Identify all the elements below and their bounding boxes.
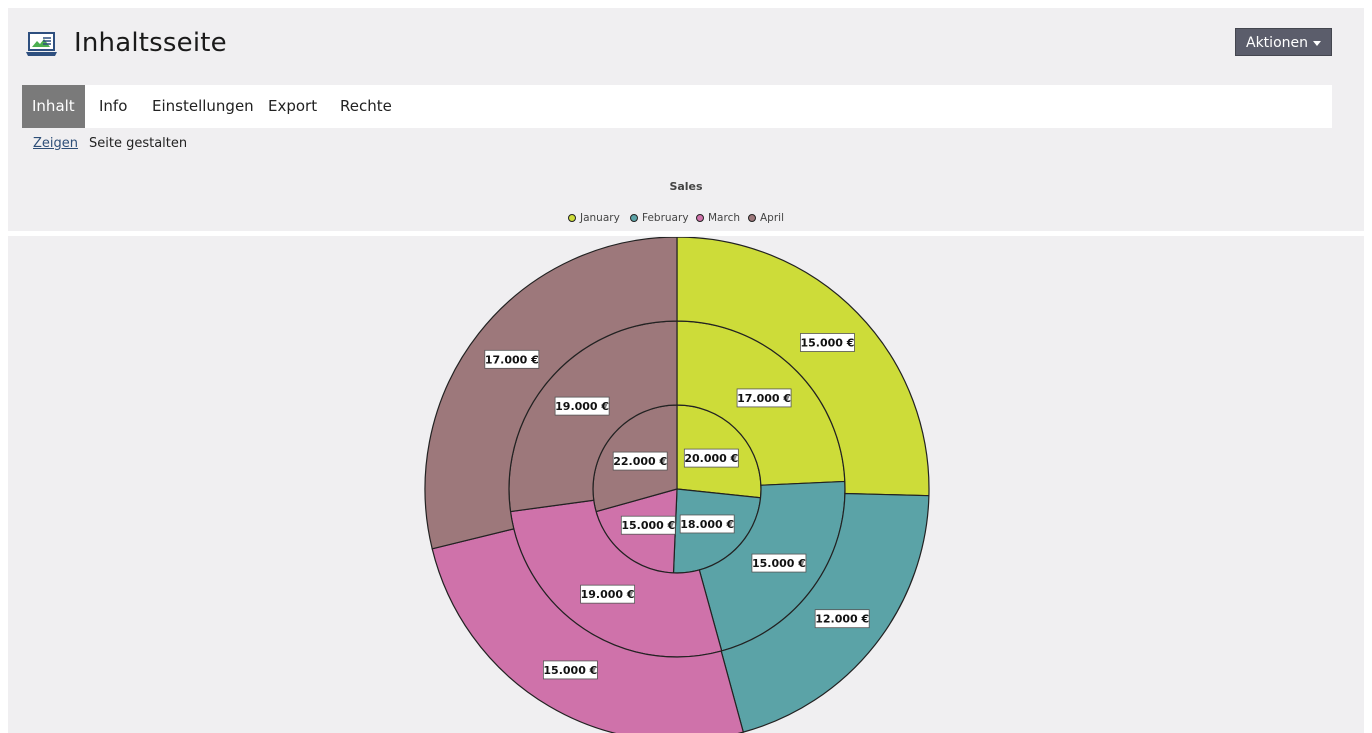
data-label-text: 15.000 € [543, 664, 597, 677]
data-label-ring-1-january: 20.000 € [683, 448, 739, 468]
data-label-text: 12.000 € [815, 613, 869, 626]
data-label-text: 19.000 € [581, 588, 635, 601]
data-label-text: 15.000 € [800, 336, 854, 349]
data-label-text: 19.000 € [555, 400, 609, 413]
data-label-text: 22.000 € [613, 455, 667, 468]
data-label-ring-2-april: 19.000 € [554, 396, 610, 416]
data-label-ring-1-march: 15.000 € [620, 515, 676, 535]
data-label-ring-2-march: 19.000 € [580, 584, 635, 604]
data-label-ring-3-april: 17.000 € [484, 349, 540, 369]
data-label-text: 15.000 € [752, 557, 806, 570]
data-label-text: 17.000 € [737, 392, 791, 405]
data-label-text: 15.000 € [621, 519, 675, 532]
data-label-ring-3-march: 15.000 € [542, 660, 598, 680]
data-label-text: 18.000 € [680, 518, 734, 531]
data-label-ring-2-february: 15.000 € [751, 553, 807, 573]
data-label-ring-1-april: 22.000 € [612, 451, 668, 471]
data-label-text: 20.000 € [684, 452, 738, 465]
data-label-ring-3-february: 12.000 € [814, 609, 870, 629]
data-label-ring-2-january: 17.000 € [736, 388, 792, 408]
data-label-text: 17.000 € [485, 353, 539, 366]
data-label-ring-3-january: 15.000 € [800, 333, 855, 352]
sales-sunburst-chart: 20.000 € 18.000 € 15.000 € 22.000 € 17.000 €… [424, 237, 930, 733]
data-label-ring-1-february: 18.000 € [679, 514, 735, 534]
